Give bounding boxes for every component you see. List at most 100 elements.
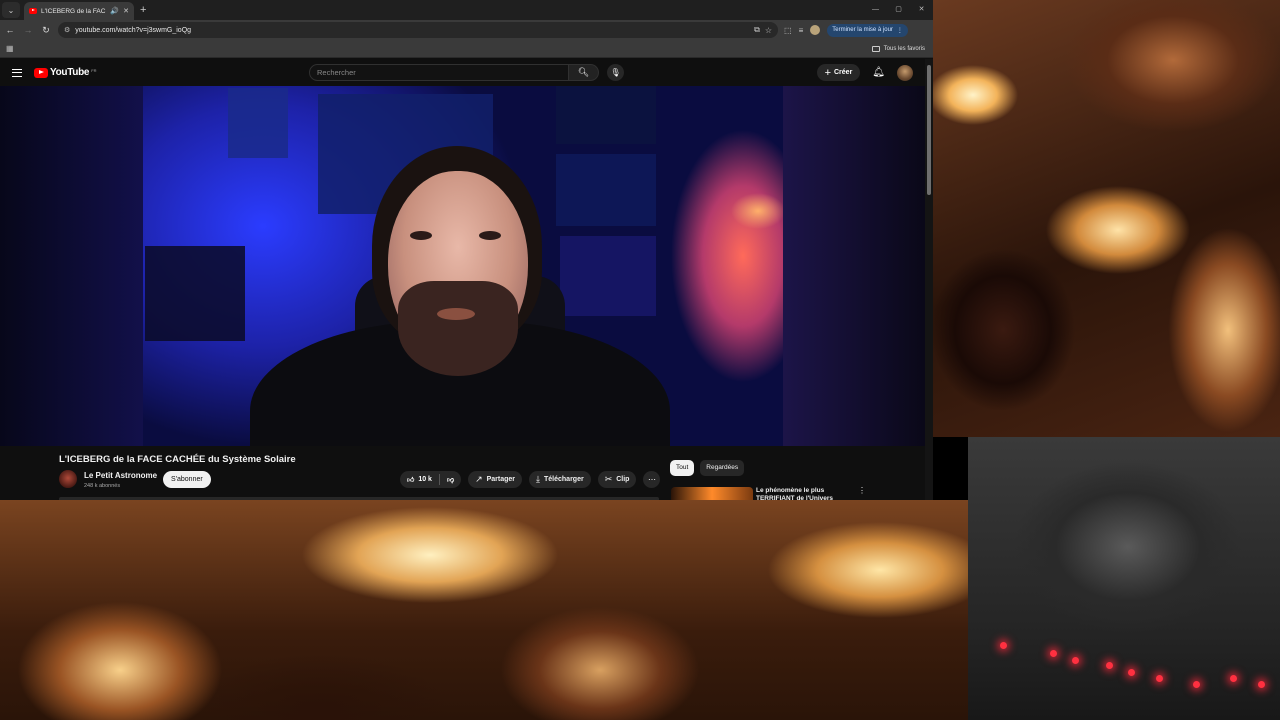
minimize-icon[interactable]: — [864, 0, 887, 20]
presenter-beard [398, 281, 518, 376]
account-avatar[interactable] [897, 64, 913, 81]
chip-all[interactable]: Tout [670, 460, 695, 476]
mic-icon: 🎙︎ [610, 68, 621, 77]
toolbar-right: ⬚ ≡ Terminer la mise à jour ⋮ [784, 23, 908, 37]
youtube-wordmark: YouTube [50, 67, 90, 78]
string-light [1128, 669, 1135, 676]
youtube-logo[interactable]: YouTube FR [34, 67, 97, 78]
presenter-eye [410, 231, 432, 240]
all-bookmarks-button[interactable]: Tous les favoris [871, 40, 925, 58]
more-horizontal-icon: ⋯ [647, 475, 656, 484]
dislike-button[interactable]: 👎︎ [440, 471, 461, 488]
site-info-icon[interactable]: ⚙ [64, 26, 70, 34]
video-title: L'ICEBERG de la FACE CACHÉE du Système S… [59, 454, 296, 465]
like-dislike-group: 👍︎ 10 k 👎︎ [400, 471, 462, 488]
video-info: L'ICEBERG de la FACE CACHÉE du Système S… [0, 454, 933, 500]
string-light [1072, 657, 1079, 664]
thumb-up-icon: 👍︎ [407, 477, 415, 484]
player-letterbox-left [0, 86, 143, 446]
string-light [1050, 650, 1057, 657]
kebab-menu-icon: ⋮ [896, 27, 903, 34]
string-light [1106, 662, 1113, 669]
recommendation-chips: Tout Regardées [670, 460, 745, 476]
subscriber-count: 248 k abonnés [84, 483, 121, 489]
create-label: Créer [834, 69, 853, 76]
download-icon: ⤓ [536, 474, 540, 484]
string-light [1193, 681, 1200, 688]
media-controls-icon[interactable]: ≡ [799, 26, 804, 35]
maximize-icon[interactable]: ▢ [887, 0, 910, 20]
all-bookmarks-label: Tous les favoris [883, 46, 925, 52]
close-window-icon[interactable]: ✕ [910, 0, 933, 20]
share-label: Partager [486, 476, 516, 483]
string-light [1000, 642, 1007, 649]
channel-name[interactable]: Le Petit Astronome [84, 471, 157, 480]
wall-poster [560, 236, 656, 316]
desktop-wallpaper-corner [968, 437, 1280, 720]
profile-avatar[interactable] [810, 25, 821, 35]
page-scrollbar[interactable] [925, 59, 933, 500]
update-button[interactable]: Terminer la mise à jour ⋮ [827, 23, 908, 37]
desktop-wallpaper-bottom [0, 500, 968, 720]
video-actions: 👍︎ 10 k 👎︎ ↗ Partager ⤓ Télécharger ✂ Cl… [400, 471, 661, 488]
back-icon[interactable]: ← [4, 25, 16, 35]
like-button[interactable]: 👍︎ 10 k [400, 471, 439, 488]
description-box[interactable] [59, 497, 659, 500]
url-text[interactable]: youtube.com/watch?v=j3swmG_ioQg [75, 27, 749, 34]
apps-grid-icon[interactable]: ▦ [6, 44, 14, 53]
folder-icon [871, 46, 880, 52]
download-button[interactable]: ⤓ Télécharger [529, 471, 591, 488]
search-button[interactable]: 🔍︎ [569, 64, 599, 81]
monitor [145, 246, 245, 341]
more-actions-button[interactable]: ⋯ [643, 471, 661, 488]
create-button[interactable]: + Créer [816, 64, 861, 81]
bookmarks-bar: ▦ Tous les favoris [0, 40, 933, 58]
search-icon: 🔍︎ [577, 67, 590, 77]
wall-poster [556, 86, 656, 144]
tab-strip: ⌄ L'ICEBERG de la FACE CACHÉ 🔊 ✕ + — ▢ ✕ [0, 0, 933, 20]
scrollbar-thumb[interactable] [927, 65, 931, 195]
string-light [1230, 675, 1237, 682]
wall-poster [228, 88, 288, 158]
recommendation-title[interactable]: Le phénomène le plus TERRIFIANT de l'Uni… [756, 487, 856, 500]
new-tab-button[interactable]: + [140, 4, 146, 16]
thumb-down-icon: 👎︎ [446, 477, 455, 484]
desktop-wallpaper-right [933, 0, 1280, 437]
youtube-favicon-icon [29, 8, 37, 14]
bookmark-star-icon[interactable]: ☆ [765, 26, 772, 35]
plus-icon: + [824, 66, 831, 79]
tab-title: L'ICEBERG de la FACE CACHÉ [41, 7, 106, 15]
kebab-menu-icon[interactable]: ⋮ [858, 486, 866, 495]
extensions-icon[interactable]: ⬚ [784, 26, 792, 35]
like-count: 10 k [418, 476, 432, 483]
menu-icon[interactable] [12, 68, 22, 77]
reload-icon[interactable]: ↻ [40, 25, 52, 36]
bell-icon[interactable]: 🔔︎ [872, 67, 885, 78]
scissors-icon: ✂ [604, 474, 613, 484]
recommendation-thumbnail[interactable] [671, 487, 753, 500]
tab-search-button[interactable]: ⌄ [2, 2, 20, 18]
browser-tab[interactable]: L'ICEBERG de la FACE CACHÉ 🔊 ✕ [24, 2, 134, 20]
address-bar[interactable]: ⚙ youtube.com/watch?v=j3swmG_ioQg ⧉ ☆ [58, 22, 778, 38]
clip-button[interactable]: ✂ Clip [597, 471, 637, 488]
search-box: Rechercher 🔍︎ 🎙︎ [309, 64, 624, 81]
download-label: Télécharger [544, 476, 584, 483]
presenter-eye [479, 231, 501, 240]
video-player[interactable] [0, 86, 925, 446]
chip-watched[interactable]: Regardées [700, 460, 745, 476]
masthead-actions: + Créer 🔔︎ [816, 64, 913, 81]
string-light [1258, 681, 1265, 688]
country-code: FR [91, 68, 97, 73]
share-button[interactable]: ↗ Partager [468, 471, 523, 488]
channel-avatar[interactable] [59, 470, 77, 488]
subscribe-button[interactable]: S'abonner [163, 471, 211, 488]
voice-search-button[interactable]: 🎙︎ [607, 64, 624, 81]
player-letterbox-right [783, 86, 925, 446]
forward-icon[interactable]: → [22, 25, 34, 35]
audio-playing-icon[interactable]: 🔊 [110, 7, 119, 15]
close-tab-icon[interactable]: ✕ [123, 7, 129, 15]
search-input[interactable]: Rechercher [309, 64, 569, 81]
clip-label: Clip [616, 476, 630, 483]
cast-icon[interactable]: ⧉ [754, 25, 760, 35]
youtube-masthead: YouTube FR Rechercher 🔍︎ 🎙︎ + Créer 🔔︎ [0, 59, 933, 86]
